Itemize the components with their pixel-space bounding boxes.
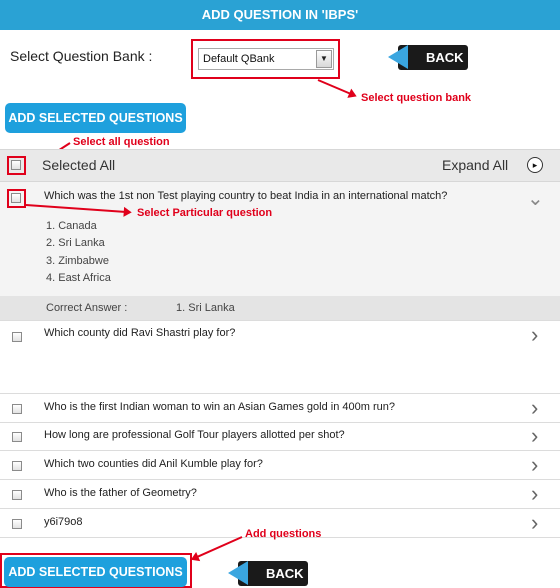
annotation-arrow	[192, 536, 243, 560]
question-text[interactable]: y6i79o8	[44, 516, 83, 528]
question-text[interactable]: Who is the father of Geometry?	[44, 487, 197, 499]
chevron-right-icon[interactable]: ›	[531, 397, 538, 419]
expand-all-icon[interactable]: ▸	[527, 157, 543, 173]
back-arrow-icon	[388, 45, 408, 69]
expand-all-link[interactable]: Expand All	[442, 157, 508, 173]
row-divider	[0, 320, 560, 321]
question-text[interactable]: How long are professional Golf Tour play…	[44, 429, 345, 441]
question-checkbox[interactable]	[11, 193, 21, 203]
back-button-label: BACK	[266, 566, 304, 581]
row-divider	[0, 393, 560, 394]
question-bank-selected-value: Default QBank	[203, 53, 275, 65]
chevron-down-icon[interactable]: ⌄	[527, 189, 544, 209]
annotation-arrow	[317, 79, 356, 97]
question-text[interactable]: Which county did Ravi Shastri play for?	[44, 327, 235, 339]
question-text[interactable]: Which two counties did Anil Kumble play …	[44, 458, 263, 470]
question-checkbox[interactable]	[12, 490, 22, 500]
chevron-right-icon[interactable]: ›	[531, 454, 538, 476]
selected-all-label: Selected All	[42, 157, 116, 173]
back-arrow-icon	[228, 561, 248, 585]
chevron-right-icon[interactable]: ›	[531, 512, 538, 534]
question-text[interactable]: Which was the 1st non Test playing count…	[44, 190, 447, 202]
question-bank-label: Select Question Bank :	[10, 48, 153, 64]
answer-option: 3. Zimbabwe	[46, 255, 109, 267]
answer-option: 2. Sri Lanka	[46, 237, 105, 249]
question-checkbox[interactable]	[12, 432, 22, 442]
chevron-down-icon[interactable]: ▼	[316, 50, 332, 68]
select-all-checkbox[interactable]	[11, 160, 21, 170]
question-checkbox[interactable]	[12, 461, 22, 471]
chevron-right-icon[interactable]: ›	[531, 483, 538, 505]
question-checkbox[interactable]	[12, 332, 22, 342]
correct-answer-label: Correct Answer :	[46, 302, 128, 314]
row-divider	[0, 450, 560, 451]
correct-answer-value: 1. Sri Lanka	[176, 302, 235, 314]
chevron-right-icon[interactable]: ›	[531, 324, 538, 346]
annotation-select-bank: Select question bank	[361, 92, 472, 104]
annotation-select-all: Select all question	[73, 136, 170, 148]
annotation-select-particular: Select Particular question	[137, 207, 273, 219]
row-divider	[0, 508, 560, 509]
back-button[interactable]: BACK	[388, 45, 468, 70]
page-title: ADD QUESTION IN 'IBPS'	[0, 0, 560, 30]
answer-option: 4. East Africa	[46, 272, 111, 284]
back-button[interactable]: BACK	[228, 561, 308, 586]
chevron-right-icon[interactable]: ›	[531, 425, 538, 447]
question-text[interactable]: Who is the first Indian woman to win an …	[44, 401, 395, 413]
question-checkbox[interactable]	[12, 519, 22, 529]
add-selected-questions-button[interactable]: ADD SELECTED QUESTIONS	[5, 103, 186, 133]
answer-option: 1. Canada	[46, 220, 97, 232]
question-bank-select[interactable]: Default QBank ▼	[198, 48, 334, 70]
question-checkbox[interactable]	[12, 404, 22, 414]
row-divider	[0, 422, 560, 423]
add-selected-questions-button[interactable]: ADD SELECTED QUESTIONS	[4, 557, 187, 587]
row-divider	[0, 479, 560, 480]
annotation-add-questions: Add questions	[245, 528, 322, 540]
back-button-label: BACK	[426, 50, 464, 65]
list-header: Selected All Expand All ▸	[0, 149, 560, 182]
